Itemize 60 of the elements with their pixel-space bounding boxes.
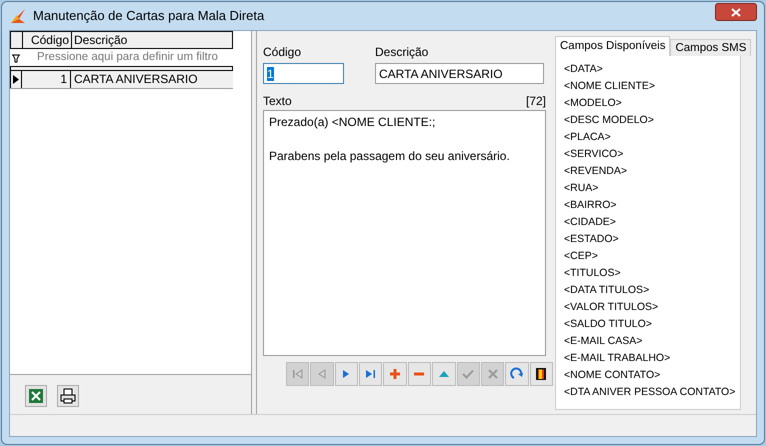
- printer-icon: [60, 388, 76, 404]
- texto-paragraph: Prezado(a) <NOME CLIENTE:;: [269, 114, 436, 131]
- nav-exit-button[interactable]: [530, 362, 553, 386]
- table-cell: 1: [22, 71, 71, 88]
- column-header[interactable]: Código: [23, 32, 72, 48]
- field-item[interactable]: <CIDADE>: [564, 214, 616, 231]
- column-header[interactable]: Descrição: [72, 32, 232, 48]
- field-item[interactable]: <DTA ANIVER PESSOA CONTATO>: [564, 384, 736, 401]
- field-item[interactable]: <REVENDA>: [564, 163, 628, 180]
- table-cell-text: CARTA ANIVERSARIO: [73, 71, 199, 88]
- field-item[interactable]: <E-MAIL CASA>: [564, 333, 642, 350]
- door-icon: [534, 367, 548, 381]
- field-item[interactable]: <VALOR TITULOS>: [564, 299, 658, 316]
- nav-last-button[interactable]: [359, 362, 382, 386]
- field-item[interactable]: <NOME CLIENTE>: [564, 78, 656, 95]
- field-item[interactable]: <DATA TITULOS>: [564, 282, 650, 299]
- nav-delete-button[interactable]: [408, 362, 432, 386]
- character-count: [72]: [526, 93, 546, 110]
- codigo-label: Código: [263, 44, 302, 61]
- last-record-icon: [364, 367, 378, 381]
- field-item[interactable]: <MODELO>: [564, 95, 622, 112]
- texto-label: Texto: [263, 93, 292, 110]
- close-icon: [731, 8, 741, 16]
- field-item[interactable]: <RUA>: [564, 180, 598, 197]
- descricao-field[interactable]: CARTA ANIVERSARIO: [375, 63, 544, 84]
- cross-icon: [486, 367, 500, 381]
- field-item[interactable]: <SALDO TITULO>: [564, 316, 652, 333]
- field-item[interactable]: <ESTADO>: [564, 231, 619, 248]
- field-item[interactable]: <BAIRRO>: [564, 197, 617, 214]
- texto-paragraph: Parabens pela passagem do seu aniversário.: [269, 148, 510, 165]
- codigo-field[interactable]: 1: [263, 63, 344, 84]
- refresh-icon: [510, 367, 524, 381]
- nav-next-button[interactable]: [334, 362, 358, 386]
- field-item[interactable]: <DATA>: [564, 61, 603, 78]
- filter-icon: [10, 52, 22, 62]
- texto-field[interactable]: Prezado(a) <NOME CLIENTE:; Parabens pela passagem do seu aniversário.: [263, 110, 546, 356]
- field-item[interactable]: <NOME CONTATO>: [564, 367, 660, 384]
- descricao-label: Descrição: [375, 44, 430, 61]
- nav-insert-button[interactable]: [383, 362, 407, 386]
- field-item[interactable]: <CEP>: [564, 248, 598, 265]
- spreadsheet-icon: [28, 388, 44, 404]
- nav-refresh-button[interactable]: [505, 362, 529, 386]
- field-item[interactable]: <SERVICO>: [564, 146, 624, 163]
- print-button[interactable]: [57, 385, 79, 407]
- checkmark-icon: [461, 367, 476, 381]
- window-title: Manutenção de Cartas para Mala Direta: [33, 7, 266, 26]
- filter-hint[interactable]: Pressione aqui para definir um filtro: [22, 48, 233, 66]
- row-pointer-icon: [13, 75, 19, 84]
- field-item[interactable]: <PLACA>: [564, 129, 611, 146]
- field-item[interactable]: <DESC MODELO>: [564, 112, 654, 129]
- field-item[interactable]: <TITULOS>: [564, 265, 621, 282]
- grid-row[interactable]: 1 CARTA ANIVERSARIO: [10, 71, 233, 89]
- tab[interactable]: Campos Disponíveis: [555, 36, 670, 56]
- field-item[interactable]: <E-MAIL TRABALHO>: [564, 350, 670, 367]
- nav-edit-button[interactable]: [432, 362, 456, 386]
- tab[interactable]: Campos SMS: [670, 39, 752, 56]
- plus-icon: [388, 367, 402, 381]
- first-record-icon: [290, 367, 305, 381]
- export-button[interactable]: [25, 385, 47, 407]
- close-button[interactable]: [715, 3, 757, 21]
